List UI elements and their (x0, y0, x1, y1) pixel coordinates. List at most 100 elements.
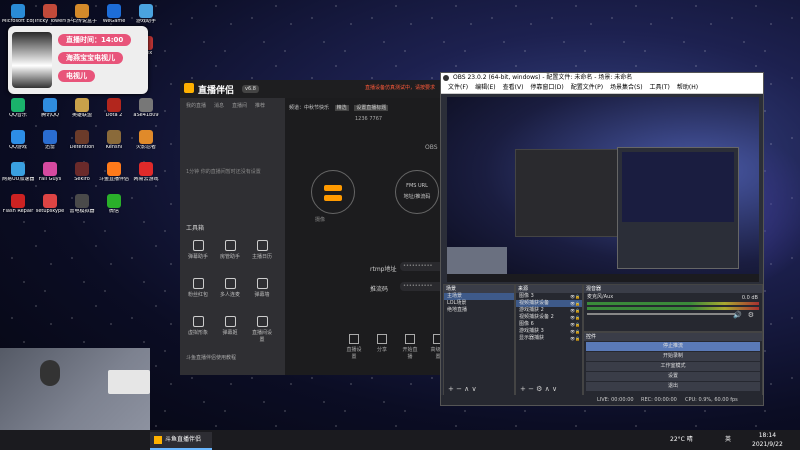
desktop-icon[interactable]: 网易云游戏 (130, 162, 162, 190)
preview-assistant (515, 149, 627, 237)
assistant-tab[interactable]: 直播间 (232, 102, 247, 109)
visibility-lock-icon[interactable]: 👁🔒 (570, 328, 580, 335)
speaker-icon[interactable]: 🔊 (733, 311, 742, 319)
clock-time: 18:14 (758, 432, 777, 439)
app-icon (139, 162, 153, 176)
source-item[interactable]: 游戏捕获 2 👁🔒 (516, 307, 582, 314)
control-button[interactable]: 停止推流 (586, 342, 760, 351)
clock[interactable]: 18:14 2021/9/22 (752, 431, 783, 449)
tool-item[interactable]: 房管助手 (220, 240, 240, 260)
scene-item[interactable]: LOL场景 (444, 300, 514, 307)
assistant-tab[interactable]: 消息 (214, 102, 224, 109)
obs-menu-item[interactable]: 场景集合(S) (610, 84, 643, 91)
desktop-icon[interactable]: 英雄联盟 (66, 98, 98, 126)
desktop-icon[interactable]: 雷电模拟器 (66, 194, 98, 222)
assistant-bottom-button[interactable]: 直播设置 (345, 334, 363, 360)
tool-item[interactable]: 直播间设置 (252, 316, 272, 343)
control-button[interactable]: 开始录制 (586, 352, 760, 361)
tool-item[interactable]: 弹幕墙 (252, 278, 272, 298)
desktop-icon[interactable]: setupskype (34, 194, 66, 222)
desktop-icon[interactable]: Kenshi (98, 130, 130, 158)
desktop-icon-label: Sekiro (74, 177, 90, 182)
assistant-bottom-button[interactable]: 分享 (373, 334, 391, 360)
source-item[interactable]: 游戏捕获 3 👁🔒 (516, 328, 582, 335)
source-item[interactable]: 图像 6 👁🔒 (516, 321, 582, 328)
scene-controls[interactable]: + − ∧ ∨ (448, 385, 477, 393)
source-item[interactable]: 视频捕获设备 2 👁🔒 (516, 314, 582, 321)
tutorial-link[interactable]: 斗鱼直播伴侣使用教程 (186, 354, 236, 361)
desktop-icon[interactable]: Dota 2 (98, 98, 130, 126)
taskbar-app-douyu[interactable]: 斗鱼直播伴侣 (150, 432, 212, 450)
obs-menu-item[interactable]: 配置文件(P) (571, 84, 603, 91)
desktop-icon[interactable]: 迅雷 (34, 130, 66, 158)
tool-item[interactable]: 多人连麦 (220, 278, 240, 298)
obs-menu-item[interactable]: 停靠窗口(D) (530, 84, 563, 91)
app-icon (11, 162, 25, 176)
camera-mode-circle[interactable] (311, 170, 355, 214)
desktop-icon-label: 网易云游戏 (133, 177, 159, 182)
assistant-tab[interactable]: 推荐 (255, 102, 265, 109)
visibility-lock-icon[interactable]: 👁🔒 (570, 335, 580, 342)
obs-menu-item[interactable]: 编辑(E) (475, 84, 495, 91)
scene-item[interactable]: 绝地直播 (444, 307, 514, 314)
app-icon (43, 194, 57, 208)
source-controls[interactable]: + − ⚙ ∧ ∨ (520, 385, 557, 393)
desktop-icon[interactable]: Detention (66, 130, 98, 158)
desktop-icon[interactable]: QQ音乐 (2, 98, 34, 126)
visibility-lock-icon[interactable]: 👁🔒 (570, 314, 580, 321)
source-item[interactable]: 图像 3 👁🔒 (516, 293, 582, 300)
desktop-icon[interactable]: 微信 (98, 194, 130, 222)
desktop-icon-label: Microsoft Edge (2, 19, 34, 24)
volume-meter-2 (587, 307, 759, 310)
assistant-banner[interactable]: 直播设备仿真测试中，请按要求 (365, 84, 435, 91)
key-input[interactable]: •••••••••• (400, 282, 445, 291)
stream-overlay-card: 直播时间：14:00 海燕宝宝电视儿 电视儿 (8, 26, 148, 94)
desktop-icon[interactable]: 网易UU加速器 (2, 162, 34, 190)
gear-icon[interactable]: ⚙ (748, 311, 754, 319)
desktop-icon[interactable]: 腾讯QQ (34, 98, 66, 126)
desktop-icon[interactable]: aSe41b09 (130, 98, 162, 126)
obs-menu-item[interactable]: 查看(V) (503, 84, 524, 91)
app-icon (11, 130, 25, 144)
tool-item[interactable]: 虚拟形象 (188, 316, 208, 336)
assistant-tab[interactable]: 我的直播 (186, 102, 206, 109)
obs-preview[interactable] (447, 97, 759, 282)
obs-window: OBS 23.0.2 (64-bit, windows) - 配置文件: 未命名… (440, 72, 764, 406)
source-item[interactable]: 视频捕获设备 👁🔒 (516, 300, 582, 307)
weather-widget[interactable]: 22°C 晴 (670, 430, 693, 450)
tool-item[interactable]: 粉丝红包 (188, 278, 208, 298)
desktop-icon[interactable]: QQ游戏 (2, 130, 34, 158)
visibility-lock-icon[interactable]: 👁🔒 (570, 293, 580, 300)
obs-menu-item[interactable]: 帮助(H) (677, 84, 698, 91)
scene-item[interactable]: 主场景 (444, 293, 514, 300)
desktop-icon[interactable]: 火影忍者 (130, 130, 162, 158)
tool-item[interactable]: 弹幕姬 (220, 316, 240, 336)
visibility-lock-icon[interactable]: 👁🔒 (570, 321, 580, 328)
desktop-icon[interactable]: Flash Repair (2, 194, 34, 222)
volume-slider[interactable] (587, 313, 737, 315)
desktop-icon-label: 迅雷 (44, 145, 55, 150)
fms-mode-circle[interactable]: FMS URL 地址/推流码 (395, 170, 439, 214)
source-item[interactable]: 显示器捕获 👁🔒 (516, 335, 582, 342)
assistant-bottom-button[interactable]: 开始直播 (401, 334, 419, 360)
ime-indicator[interactable]: 英 (725, 430, 731, 450)
set-title-button[interactable]: 设置直播标题 (354, 105, 389, 111)
tool-item[interactable]: 弹幕助手 (188, 240, 208, 260)
desktop-icon[interactable]: 斗鱼直播伴侣 (98, 162, 130, 190)
desktop-icon[interactable]: Sekiro (66, 162, 98, 190)
visibility-lock-icon[interactable]: 👁🔒 (570, 300, 580, 307)
desktop-icon[interactable]: Fall Guys (34, 162, 66, 190)
obs-statusbar: LIVE: 00:00:00 REC: 00:00:00 CPU: 0.9%, … (441, 395, 763, 405)
control-button[interactable]: 设置 (586, 372, 760, 381)
control-button[interactable]: 工作室模式 (586, 362, 760, 371)
rtmp-input[interactable]: •••••••••• (400, 262, 445, 271)
obs-menu-item[interactable]: 工具(T) (650, 84, 670, 91)
stat-2: 7767 (369, 116, 383, 122)
key-label: 推流码 (370, 286, 389, 293)
control-button[interactable]: 退出 (586, 382, 760, 391)
tool-item[interactable]: 主播日历 (252, 240, 272, 260)
app-icon (11, 4, 25, 18)
channel-tag[interactable]: 精选 (334, 105, 349, 111)
obs-menu-item[interactable]: 文件(F) (448, 84, 468, 91)
visibility-lock-icon[interactable]: 👁🔒 (570, 307, 580, 314)
